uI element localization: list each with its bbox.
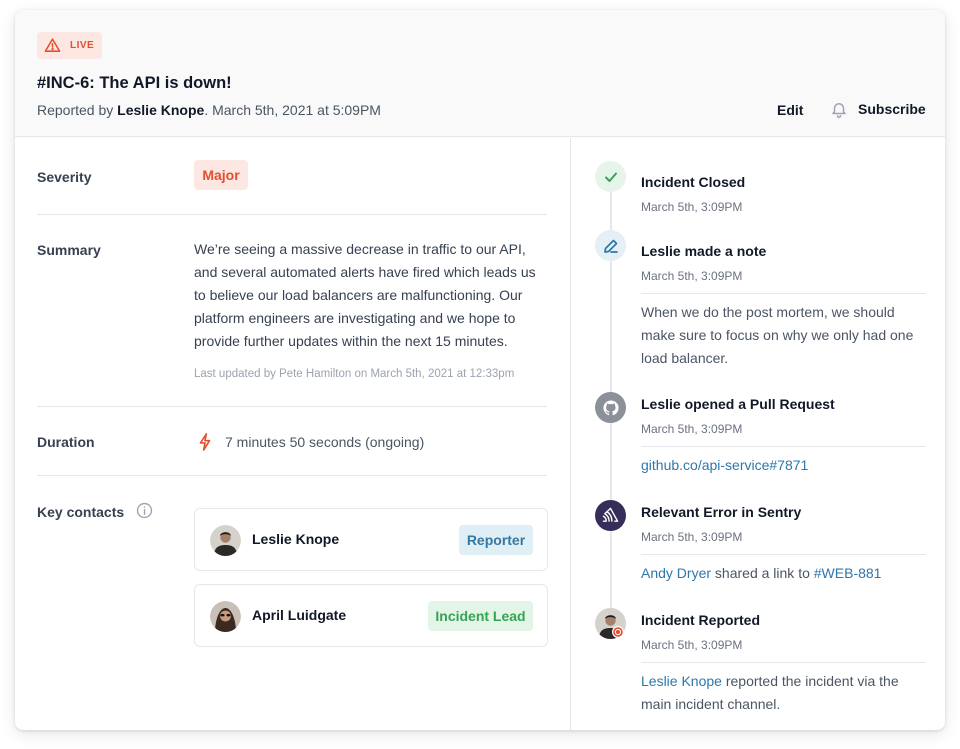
summary-label: Summary bbox=[37, 242, 101, 258]
avatar-alert-icon bbox=[595, 608, 626, 639]
timeline-note-text: When we do the post mortem, we should ma… bbox=[641, 304, 914, 366]
timeline-time: March 5th, 3:09PM bbox=[641, 200, 743, 214]
check-icon bbox=[604, 172, 617, 182]
divider bbox=[37, 406, 547, 407]
timeline-title: Incident Reported bbox=[641, 612, 761, 628]
timeline-divider bbox=[641, 662, 926, 663]
severity-badge: Major bbox=[194, 160, 248, 190]
timeline-title: Relevant Error in Sentry bbox=[641, 504, 802, 520]
incident-timeline: Incident Closed March 5th, 3:09PM Leslie… bbox=[570, 138, 945, 730]
duration-value: 7 minutes 50 seconds (ongoing) bbox=[198, 433, 424, 451]
incident-details: Severity Major Summary We’re seeing a ma… bbox=[15, 138, 570, 730]
timeline-icon-note bbox=[595, 230, 626, 261]
github-icon bbox=[602, 399, 619, 415]
contact-name: Leslie Knope bbox=[252, 531, 340, 547]
timeline-sentry-text: shared a link to bbox=[711, 565, 814, 581]
timeline-title: Leslie opened a Pull Request bbox=[641, 396, 835, 412]
pencil-icon bbox=[603, 239, 618, 253]
duration-text: 7 minutes 50 seconds (ongoing) bbox=[225, 434, 425, 450]
subscribe-button[interactable]: Subscribe bbox=[830, 100, 926, 118]
timeline-time: March 5th, 3:09PM bbox=[641, 269, 743, 283]
timeline-icon-reported bbox=[595, 608, 626, 639]
user-link[interactable]: Leslie Knope bbox=[641, 673, 722, 689]
contact-name: April Luidgate bbox=[252, 607, 347, 623]
sentry-icon bbox=[602, 507, 619, 522]
severity-label: Severity bbox=[37, 169, 92, 185]
timeline-title: Incident Closed bbox=[641, 174, 746, 190]
last-updated-text: Last updated by Pete Hamilton on March 5… bbox=[194, 368, 515, 380]
contact-card-reporter[interactable]: Leslie Knope Reporter bbox=[194, 508, 548, 571]
timeline-divider bbox=[641, 446, 926, 447]
divider bbox=[37, 475, 547, 476]
contact-card-lead[interactable]: April Luidgate Incident Lead bbox=[194, 584, 548, 647]
incident-header: LIVE #INC-6: The API is down! Reported b… bbox=[15, 10, 945, 137]
sentry-issue-link[interactable]: #WEB-881 bbox=[814, 565, 882, 581]
key-contacts-label: Key contacts bbox=[37, 504, 125, 520]
duration-label: Duration bbox=[37, 434, 95, 450]
timeline-time: March 5th, 3:09PM bbox=[641, 422, 743, 436]
live-badge: LIVE bbox=[37, 32, 102, 59]
avatar bbox=[210, 525, 241, 556]
timeline-title: Leslie made a note bbox=[641, 243, 767, 259]
reported-date: . March 5th, 2021 at 5:09PM bbox=[204, 102, 381, 118]
reported-line: Reported by Leslie Knope. March 5th, 202… bbox=[37, 102, 381, 118]
reported-prefix: Reported by bbox=[37, 102, 114, 118]
timeline-reported-body: Leslie Knope reported the incident via t… bbox=[641, 670, 931, 716]
info-icon[interactable] bbox=[136, 502, 153, 519]
timeline-time: March 5th, 3:09PM bbox=[641, 530, 743, 544]
role-badge-incident-lead: Incident Lead bbox=[428, 601, 533, 631]
timeline-sentry-body: Andy Dryer shared a link to #WEB-881 bbox=[641, 562, 931, 585]
role-badge-reporter: Reporter bbox=[459, 525, 533, 555]
reporter-name[interactable]: Leslie Knope bbox=[117, 102, 204, 118]
edit-button[interactable]: Edit bbox=[777, 102, 803, 118]
pull-request-link[interactable]: github.co/api-service#7871 bbox=[641, 457, 808, 473]
subscribe-label: Subscribe bbox=[858, 101, 926, 117]
summary-text: We’re seeing a massive decrease in traff… bbox=[194, 241, 536, 349]
bell-icon bbox=[832, 103, 846, 118]
user-link[interactable]: Andy Dryer bbox=[641, 565, 711, 581]
timeline-icon-closed bbox=[595, 161, 626, 192]
incident-card: LIVE #INC-6: The API is down! Reported b… bbox=[15, 10, 945, 730]
live-label: LIVE bbox=[70, 40, 95, 51]
timeline-divider bbox=[641, 554, 926, 555]
timeline-time: March 5th, 3:09PM bbox=[641, 638, 743, 652]
lightning-icon bbox=[199, 433, 211, 451]
divider bbox=[37, 214, 547, 215]
warning-triangle-icon bbox=[44, 38, 61, 52]
timeline-icon-github bbox=[595, 392, 626, 423]
incident-title: #INC-6: The API is down! bbox=[37, 74, 232, 92]
avatar bbox=[210, 601, 241, 632]
timeline-divider bbox=[641, 293, 926, 294]
timeline-icon-sentry bbox=[595, 500, 626, 531]
timeline-pr-body: github.co/api-service#7871 bbox=[641, 454, 931, 477]
